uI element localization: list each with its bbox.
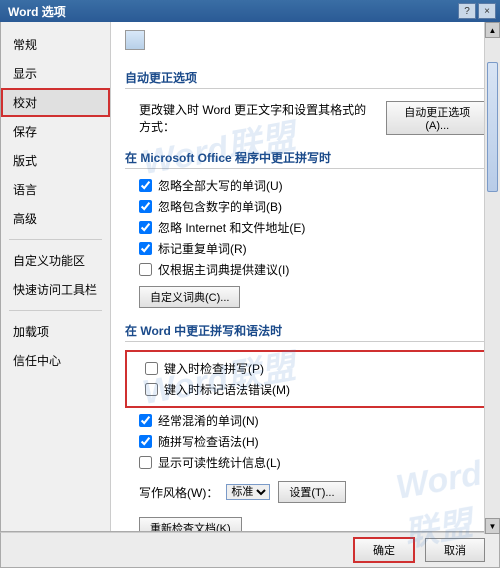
check-repeat-words[interactable] — [139, 242, 152, 255]
sidebar: 常规 显示 校对 保存 版式 语言 高级 自定义功能区 快速访问工具栏 加载项 … — [1, 22, 111, 531]
check-spellcheck-typing-label[interactable]: 键入时检查拼写(P) — [164, 360, 264, 377]
sidebar-item-addins[interactable]: 加载项 — [1, 317, 110, 346]
sidebar-item-general[interactable]: 常规 — [1, 30, 110, 59]
sidebar-item-customize-ribbon[interactable]: 自定义功能区 — [1, 246, 110, 275]
scrollbar[interactable]: ▲ ▼ — [484, 22, 500, 534]
check-grammar-with-spell-label[interactable]: 随拼写检查语法(H) — [158, 433, 259, 450]
sidebar-item-language[interactable]: 语言 — [1, 175, 110, 204]
check-grammar-typing-label[interactable]: 键入时标记语法错误(M) — [164, 381, 290, 398]
sidebar-item-layout[interactable]: 版式 — [1, 146, 110, 175]
custom-dict-button[interactable]: 自定义词典(C)... — [139, 286, 240, 308]
sidebar-item-trust[interactable]: 信任中心 — [1, 346, 110, 375]
check-repeat-words-label[interactable]: 标记重复单词(R) — [158, 240, 247, 257]
cancel-button[interactable]: 取消 — [425, 538, 485, 562]
check-ignore-internet[interactable] — [139, 221, 152, 234]
sidebar-item-quickaccess[interactable]: 快速访问工具栏 — [1, 275, 110, 304]
section-office-spell-title: 在 Microsoft Office 程序中更正拼写时 — [125, 149, 489, 169]
check-grammar-with-spell[interactable] — [139, 435, 152, 448]
autocorrect-options-button[interactable]: 自动更正选项(A)... — [386, 101, 489, 135]
check-readability-label[interactable]: 显示可读性统计信息(L) — [158, 454, 281, 471]
check-confused-words[interactable] — [139, 414, 152, 427]
check-readability[interactable] — [139, 456, 152, 469]
sidebar-item-save[interactable]: 保存 — [1, 117, 110, 146]
writing-style-label: 写作风格(W)： — [139, 484, 218, 501]
scroll-up-arrow[interactable]: ▲ — [485, 22, 500, 38]
section-word-spell-title: 在 Word 中更正拼写和语法时 — [125, 322, 489, 342]
sidebar-separator — [9, 239, 102, 240]
check-main-dict-only-label[interactable]: 仅根据主词典提供建议(I) — [158, 261, 289, 278]
sidebar-item-display[interactable]: 显示 — [1, 59, 110, 88]
check-confused-words-label[interactable]: 经常混淆的单词(N) — [158, 412, 259, 429]
scroll-thumb[interactable] — [487, 62, 498, 192]
check-ignore-numbers-label[interactable]: 忽略包含数字的单词(B) — [158, 198, 282, 215]
help-button[interactable]: ? — [458, 3, 476, 19]
sidebar-item-proofing[interactable]: 校对 — [1, 88, 110, 117]
footer: 确定 取消 — [0, 532, 500, 568]
window-title: Word 选项 — [4, 3, 66, 20]
window-controls: ? × — [458, 3, 496, 19]
check-main-dict-only[interactable] — [139, 263, 152, 276]
recheck-doc-button[interactable]: 重新检查文档(K) — [139, 517, 242, 531]
check-spellcheck-typing[interactable] — [145, 362, 158, 375]
check-ignore-internet-label[interactable]: 忽略 Internet 和文件地址(E) — [158, 219, 305, 236]
panel-icon — [125, 30, 145, 50]
close-button[interactable]: × — [478, 3, 496, 19]
highlighted-checks: 键入时检查拼写(P) 键入时标记语法错误(M) — [125, 350, 489, 408]
content-panel: 自动更正选项 更改键入时 Word 更正文字和设置其格式的方式： 自动更正选项(… — [111, 22, 499, 531]
settings-button[interactable]: 设置(T)... — [278, 481, 345, 503]
autocorrect-desc: 更改键入时 Word 更正文字和设置其格式的方式： — [139, 101, 378, 135]
titlebar: Word 选项 ? × — [0, 0, 500, 22]
check-ignore-uppercase[interactable] — [139, 179, 152, 192]
sidebar-item-advanced[interactable]: 高级 — [1, 204, 110, 233]
check-ignore-uppercase-label[interactable]: 忽略全部大写的单词(U) — [158, 177, 283, 194]
sidebar-separator — [9, 310, 102, 311]
check-grammar-typing[interactable] — [145, 383, 158, 396]
ok-button[interactable]: 确定 — [353, 537, 415, 563]
section-autocorrect-title: 自动更正选项 — [125, 69, 489, 89]
writing-style-select[interactable]: 标准 — [226, 484, 270, 500]
check-ignore-numbers[interactable] — [139, 200, 152, 213]
scroll-down-arrow[interactable]: ▼ — [485, 518, 500, 534]
